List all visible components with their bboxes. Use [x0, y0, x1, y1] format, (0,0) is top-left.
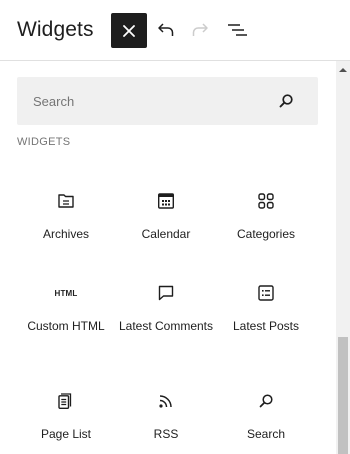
panel-title: Widgets — [17, 18, 94, 41]
block-archives[interactable]: Archives — [16, 183, 116, 267]
block-page-list[interactable]: Page List — [16, 383, 116, 454]
scrollbar[interactable] — [336, 61, 350, 454]
search-icon — [254, 389, 278, 413]
search-icon[interactable] — [278, 93, 294, 109]
block-label: Custom HTML — [27, 319, 105, 333]
undo-icon — [158, 23, 174, 36]
section-heading: WIDGETS — [17, 136, 71, 148]
post-list-icon — [254, 281, 278, 305]
block-label: Latest Comments — [118, 319, 214, 333]
block-custom-html[interactable]: HTML Custom HTML — [16, 275, 116, 359]
block-latest-posts[interactable]: Latest Posts — [216, 275, 316, 359]
scroll-up-arrow[interactable] — [336, 63, 350, 77]
undo-button[interactable] — [152, 16, 180, 44]
block-rss[interactable]: RSS — [116, 383, 216, 454]
block-calendar[interactable]: Calendar — [116, 183, 216, 267]
block-label: Page List — [40, 427, 92, 441]
redo-button[interactable] — [186, 16, 214, 44]
close-button[interactable] — [111, 13, 147, 48]
triangle-up-icon — [339, 68, 347, 72]
pages-icon — [54, 389, 78, 413]
rss-icon — [154, 389, 178, 413]
list-view-button[interactable] — [223, 16, 251, 44]
comment-icon — [154, 281, 178, 305]
scrollbar-thumb[interactable] — [338, 337, 348, 454]
html-icon: HTML — [54, 288, 78, 298]
list-view-icon — [228, 24, 247, 36]
inserter-scroll-area[interactable]: WIDGETS Archives Calendar — [0, 61, 350, 454]
block-label: Latest Posts — [232, 319, 300, 333]
block-label: RSS — [153, 427, 179, 441]
block-label: Categories — [236, 227, 296, 241]
block-search[interactable]: Search — [216, 383, 316, 454]
categories-icon — [254, 189, 278, 213]
block-latest-comments[interactable]: Latest Comments — [116, 275, 216, 359]
search-box — [17, 77, 318, 125]
calendar-icon — [154, 189, 178, 213]
archive-icon — [54, 189, 78, 213]
block-label: Archives — [42, 227, 89, 241]
block-label: Search — [246, 427, 286, 441]
search-input[interactable] — [33, 77, 273, 125]
close-icon — [123, 24, 135, 37]
inserter-header: Widgets — [0, 0, 350, 61]
block-label: Calendar — [141, 227, 191, 241]
redo-icon — [192, 23, 208, 36]
block-categories[interactable]: Categories — [216, 183, 316, 267]
